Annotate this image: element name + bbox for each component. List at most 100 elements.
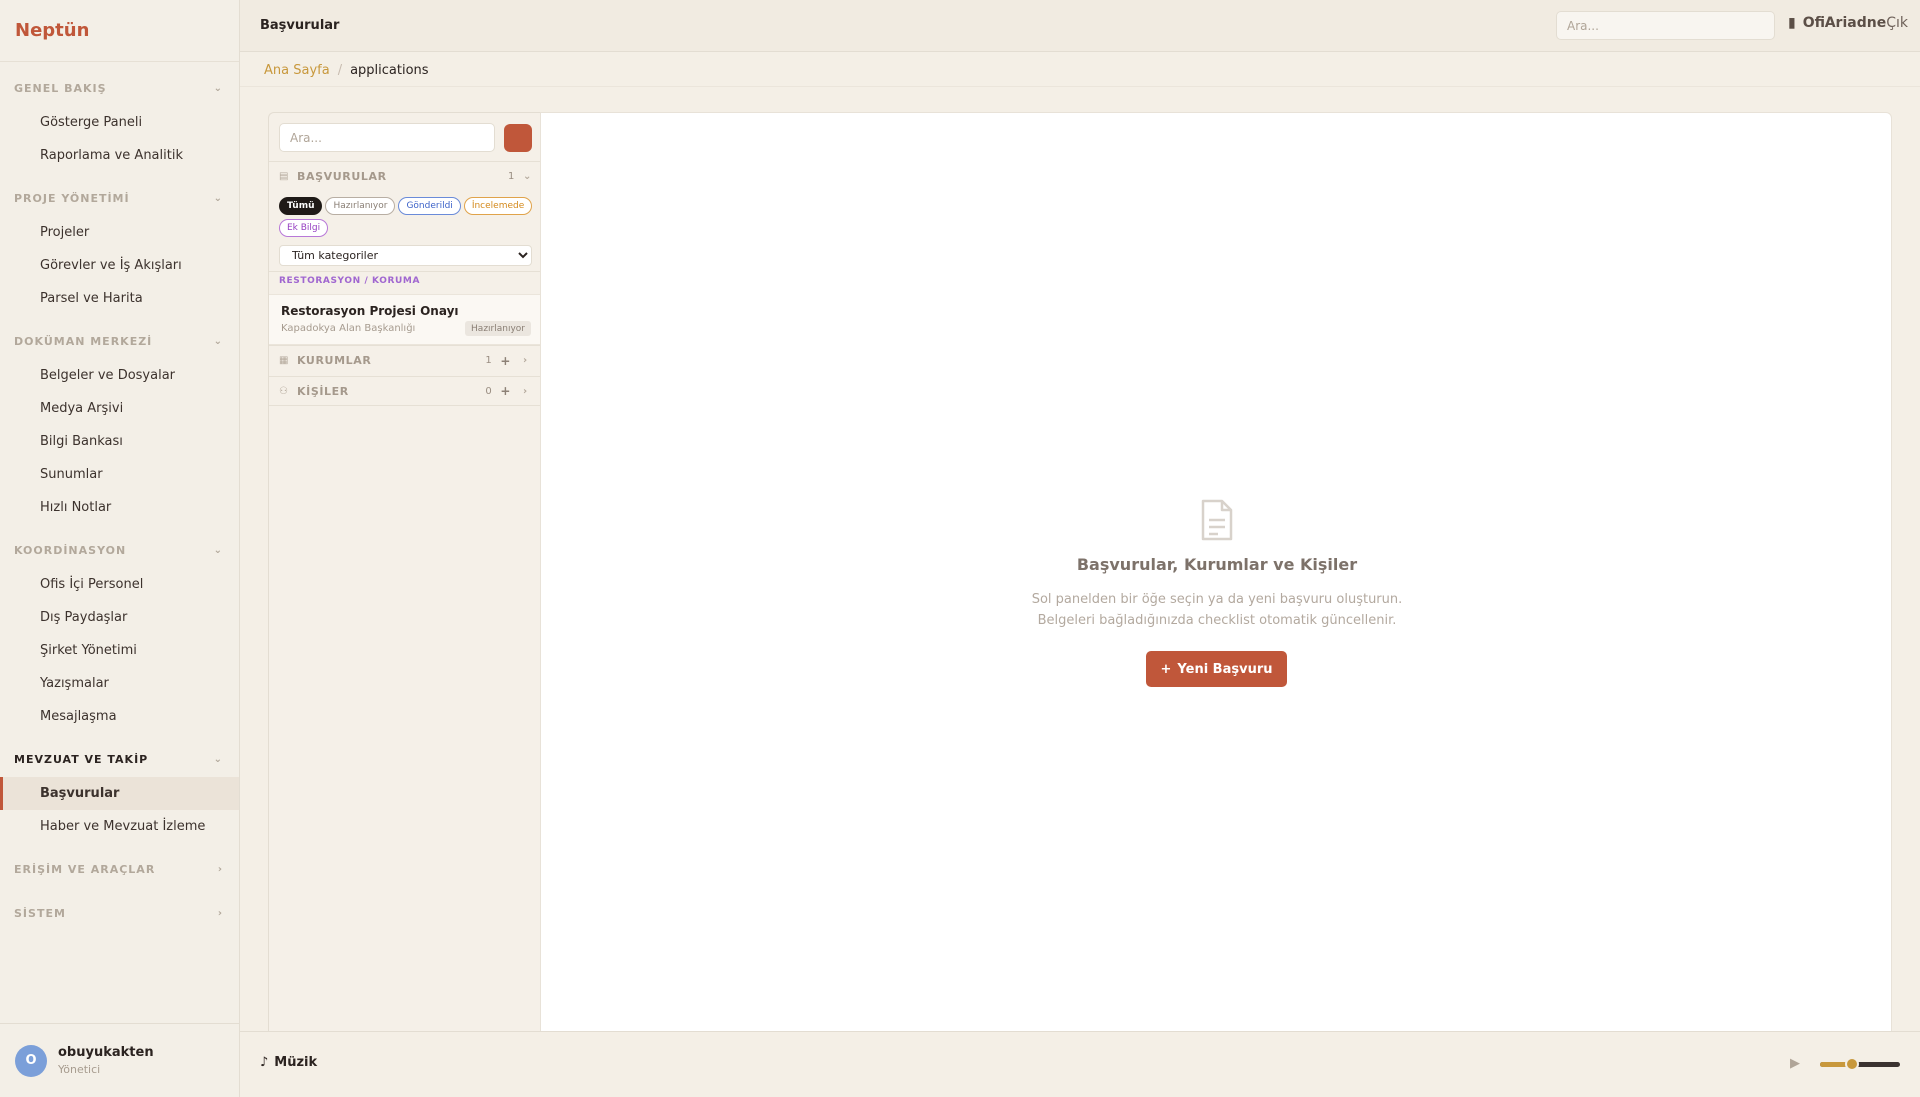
item-title: Restorasyon Projesi Onayı bbox=[281, 304, 459, 318]
nav-section-header[interactable]: KOORDİNASYON ⌄ bbox=[0, 532, 239, 568]
category-label: RESTORASYON / KORUMA bbox=[279, 276, 421, 286]
sidebar-nav: GENEL BAKIŞ ⌄ Gösterge Paneli Raporlama ve … bbox=[0, 70, 239, 931]
nav-section: PROJE YÖNETİMİ ⌄ Projeler Görevler ve İş Ak… bbox=[0, 180, 239, 315]
panel-search-input[interactable] bbox=[279, 123, 495, 152]
sidebar-item[interactable]: Medya Arşivi bbox=[0, 392, 239, 425]
user-profile[interactable]: O obuyukakten Yönetici bbox=[0, 1023, 240, 1097]
sidebar-item[interactable]: Başvurular bbox=[0, 777, 239, 810]
music-note-icon: ♪ bbox=[260, 1055, 269, 1070]
sidebar-item[interactable]: Sunumlar bbox=[0, 458, 239, 491]
filter-review-chip[interactable]: İncelemede bbox=[463, 197, 533, 215]
sidebar-item[interactable]: Parsel ve Harita bbox=[0, 282, 239, 315]
document-icon bbox=[1201, 499, 1233, 541]
sidebar-item[interactable]: Bilgi Bankası bbox=[0, 425, 239, 458]
volume-knob[interactable] bbox=[1845, 1057, 1859, 1071]
user-role: Yönetici bbox=[58, 1063, 101, 1076]
sidebar-item[interactable]: Şirket Yönetimi bbox=[0, 634, 239, 667]
filter-sent-chip[interactable]: Gönderildi bbox=[398, 197, 461, 215]
sidebar-item[interactable]: Ofis İçi Personel bbox=[0, 568, 239, 601]
group-institutions[interactable]: ▦ KURUMLAR 1 + › bbox=[269, 345, 541, 375]
breadcrumb-current: applications bbox=[350, 62, 429, 78]
sidebar-item[interactable]: Yazışmalar bbox=[0, 667, 239, 700]
chevron-right-icon: › bbox=[523, 355, 528, 366]
nav-section: MEVZUAT VE TAKİP ⌄ Başvurular Haber ve Mevz… bbox=[0, 741, 239, 843]
sidebar-item[interactable]: Haber ve Mevzuat İzleme bbox=[0, 810, 239, 843]
nav-section: DOKÜMAN MERKEZİ ⌄ Belgeler ve Dosyalar Medy… bbox=[0, 323, 239, 524]
sidebar-item[interactable]: Belgeler ve Dosyalar bbox=[0, 359, 239, 392]
divider bbox=[240, 86, 1920, 87]
status-badge: Hazırlanıyor bbox=[465, 321, 531, 336]
document-icon: ▤ bbox=[279, 171, 290, 182]
new-application-button[interactable]: + Yeni Başvuru bbox=[1146, 651, 1287, 687]
group-applications[interactable]: ▤ BAŞVURULAR 1 ⌄ bbox=[269, 161, 541, 191]
sidebar-item[interactable]: Dış Paydaşlar bbox=[0, 601, 239, 634]
plus-icon[interactable]: + bbox=[500, 384, 511, 398]
breadcrumb-home[interactable]: Ana Sayfa bbox=[264, 63, 330, 78]
plus-icon: + bbox=[1160, 661, 1172, 677]
filter-info-chip[interactable]: Ek Bilgi bbox=[279, 219, 329, 237]
list-item[interactable]: Restorasyon Projesi Onayı Kapadokya Alan… bbox=[269, 294, 541, 345]
chevron-right-icon: › bbox=[523, 385, 528, 397]
panel-add-button[interactable] bbox=[504, 124, 532, 152]
chevron-down-icon: ⌄ bbox=[213, 753, 223, 765]
item-subtitle: Kapadokya Alan Başkanlığı bbox=[281, 323, 416, 334]
detail-panel: Başvurular, Kurumlar ve Kişiler Sol pane… bbox=[540, 112, 1892, 1032]
header-user-area: ▮ OfisAriadneÇık bbox=[1788, 15, 1908, 31]
building-icon: ▦ bbox=[279, 355, 290, 366]
page-title: Başvurular bbox=[260, 18, 340, 33]
list-panel: ▤ BAŞVURULAR 1 ⌄ TümüHazırlanıyorGönderi… bbox=[268, 112, 541, 1032]
empty-state-description: Sol panelden bir öğe seçin ya da yeni ba… bbox=[1031, 592, 1403, 628]
music-bar: ♪ Müzik ▶ bbox=[240, 1031, 1920, 1097]
user-label[interactable]: Ariadne bbox=[1825, 15, 1886, 31]
sidebar-item[interactable]: Raporlama ve Analitik bbox=[0, 139, 239, 172]
status-filter-chips: Tümü Hazırlanıyor Gönderildi İncelemede Ek B… bbox=[279, 197, 534, 237]
category-select[interactable]: Tüm kategoriler bbox=[279, 245, 532, 266]
group-people[interactable]: ⚇ KİŞİLER 0 + › bbox=[269, 376, 541, 406]
sidebar-item[interactable]: Hızlı Notlar bbox=[0, 491, 239, 524]
institutions-count: 1 bbox=[485, 355, 493, 366]
nav-section-header[interactable]: ERİŞİM VE ARAÇLAR › bbox=[0, 851, 239, 887]
brand-logo[interactable]: Neptün bbox=[0, 0, 239, 62]
empty-state-title: Başvurular, Kurumlar ve Kişiler bbox=[1076, 555, 1358, 574]
sidebar-item[interactable]: Mesajlaşma bbox=[0, 700, 239, 733]
divider bbox=[269, 271, 541, 272]
office-label[interactable]: Ofis bbox=[1803, 15, 1825, 31]
music-label: ♪ Müzik bbox=[260, 1055, 318, 1070]
door-icon: ▮ bbox=[1788, 15, 1796, 31]
sidebar-item[interactable]: Görevler ve İş Akışları bbox=[0, 249, 239, 282]
breadcrumb-separator: / bbox=[337, 62, 343, 78]
nav-section: ERİŞİM VE ARAÇLAR › bbox=[0, 851, 239, 887]
nav-section-header[interactable]: MEVZUAT VE TAKİP ⌄ bbox=[0, 741, 239, 777]
sidebar: Neptün GENEL BAKIŞ ⌄ Gösterge Paneli Raporl… bbox=[0, 0, 240, 1097]
top-header: Başvurular ▮ OfisAriadneÇık bbox=[240, 0, 1920, 52]
chevron-down-icon: ⌄ bbox=[213, 192, 223, 204]
sidebar-item[interactable]: Projeler bbox=[0, 216, 239, 249]
user-name: obuyukakten bbox=[58, 1045, 154, 1060]
nav-section-header[interactable]: DOKÜMAN MERKEZİ ⌄ bbox=[0, 323, 239, 359]
plus-icon[interactable]: + bbox=[500, 354, 511, 368]
breadcrumb: Ana Sayfa / applications bbox=[264, 58, 429, 82]
people-count: 0 bbox=[485, 385, 493, 397]
chevron-down-icon: ⌄ bbox=[213, 544, 223, 556]
nav-section-header[interactable]: GENEL BAKIŞ ⌄ bbox=[0, 70, 239, 106]
avatar: O bbox=[15, 1044, 47, 1077]
nav-section-header[interactable]: SİSTEM › bbox=[0, 895, 239, 931]
nav-section: SİSTEM › bbox=[0, 895, 239, 931]
play-icon[interactable]: ▶ bbox=[1790, 1056, 1800, 1071]
chevron-right-icon: › bbox=[217, 863, 223, 875]
nav-section: GENEL BAKIŞ ⌄ Gösterge Paneli Raporlama ve … bbox=[0, 70, 239, 172]
logout-button[interactable]: Çık bbox=[1886, 15, 1908, 31]
nav-section: KOORDİNASYON ⌄ Ofis İçi Personel Dış Paydaş… bbox=[0, 532, 239, 733]
filter-preparing-chip[interactable]: Hazırlanıyor bbox=[325, 197, 396, 215]
nav-section-header[interactable]: PROJE YÖNETİMİ ⌄ bbox=[0, 180, 239, 216]
chevron-right-icon: › bbox=[217, 907, 223, 919]
chevron-down-icon: ⌄ bbox=[213, 335, 223, 347]
chevron-down-icon: ⌄ bbox=[213, 82, 223, 94]
people-icon: ⚇ bbox=[279, 385, 289, 397]
volume-slider[interactable] bbox=[1820, 1057, 1900, 1071]
chevron-down-icon: ⌄ bbox=[523, 171, 532, 182]
sidebar-item[interactable]: Gösterge Paneli bbox=[0, 106, 239, 139]
header-search-input[interactable] bbox=[1556, 11, 1775, 40]
filter-all-chip[interactable]: Tümü bbox=[279, 197, 323, 215]
applications-count: 1 bbox=[508, 171, 515, 182]
